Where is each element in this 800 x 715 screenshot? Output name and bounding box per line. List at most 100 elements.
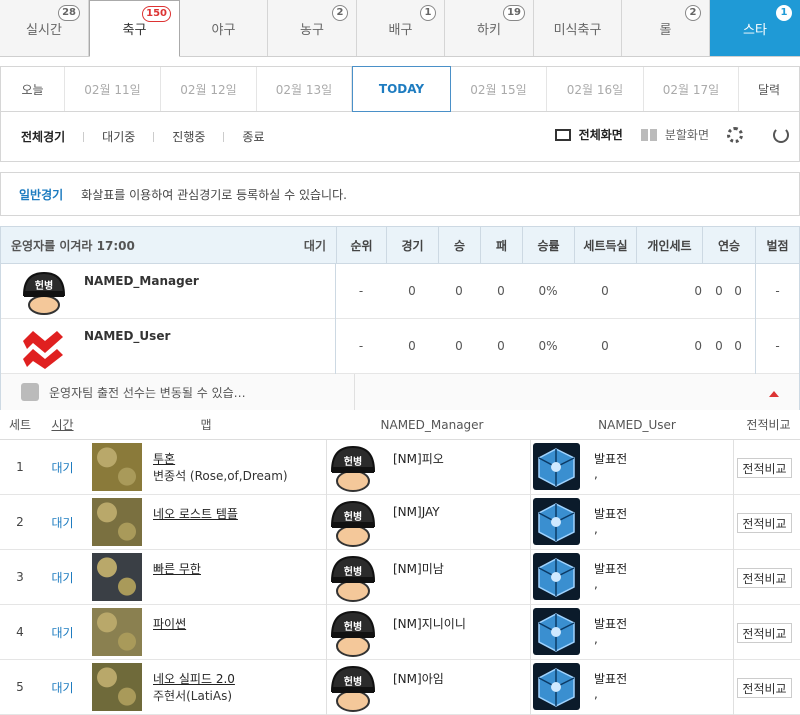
filter-live[interactable]: 진행중 [172,128,205,145]
map-name-link[interactable]: 빠른 무한 [153,560,201,577]
divider [733,660,734,715]
map-name-link[interactable]: 파이썬 [153,615,186,632]
col-streak: 연승 [702,226,755,264]
helmet-avatar-icon: 헌병 [330,500,376,547]
date-today-link[interactable]: 오늘 [1,67,65,111]
player1-name: [NM]피오 [393,452,444,466]
svg-text:헌병: 헌병 [344,455,362,468]
col-time-sort[interactable]: 시간 [40,416,85,433]
team-name: NAMED_Manager [84,273,199,288]
filter-all[interactable]: 전체경기 [21,128,65,145]
tab-label: 야구 [211,22,236,38]
date-cell[interactable]: 02월 13일 [257,67,352,111]
player1-name: [NM]지니이니 [393,617,466,631]
split-icon [640,128,657,141]
cell-rate: 0% [538,284,558,298]
tab-volleyball[interactable]: 배구 1 [357,0,445,56]
compare-record-button[interactable]: 전적비교 [737,513,792,533]
player2-name: 발표전 [594,562,628,576]
fullscreen-button[interactable]: 전체화면 [554,126,623,143]
cell-setdiff: 0 [601,284,609,298]
info-icon [21,383,39,401]
sets-table: 세트 시간 맵 NAMED_Manager NAMED_User 전적비교 1 … [0,410,800,715]
divider [733,495,734,550]
col-win: 승 [438,226,480,264]
cell-penalty: - [755,263,799,319]
map-name-link[interactable]: 투혼 [153,450,175,467]
svg-text:헌병: 헌병 [344,565,362,578]
refresh-icon[interactable] [773,126,789,143]
player2-sub: , [594,577,598,591]
count-badge: 28 [58,5,80,21]
cube-avatar-icon [533,498,580,545]
set-number: 3 [16,570,24,584]
tab-baseball[interactable]: 야구 [180,0,268,56]
divider [83,131,85,142]
date-cell[interactable]: 02월 11일 [65,67,161,111]
count-badge: 150 [142,6,171,22]
tab-lol[interactable]: 롤2 [622,0,710,56]
date-cell[interactable]: 02월 12일 [161,67,257,111]
divider [733,605,734,660]
helmet-avatar-icon: 헌병 [330,555,376,602]
svg-text:헌병: 헌병 [344,675,362,688]
split-view-button[interactable]: 분할화면 [640,126,709,143]
set-time: 대기 [51,570,74,585]
set-row: 5 대기 네오 실피드 2.0 주현서(LatiAs) 헌병 [NM]아임 발표… [0,660,800,715]
divider [326,440,327,495]
set-time: 대기 [51,680,74,695]
set-row: 3 대기 빠른 무한 헌병 [NM]미남 발표전 , 전적비교 [0,550,800,605]
info-text: 화살표를 이용하여 관심경기로 등록하실 수 있습니다. [81,187,347,202]
compare-record-button[interactable]: 전적비교 [737,623,792,643]
map-thumbnail [92,553,142,601]
map-name-link[interactable]: 네오 실피드 2.0 [153,670,235,687]
tab-starcraft[interactable]: 스타 1 [710,0,800,56]
match-header: 운영자를 이겨라 17:00 대기 순위 경기 승 패 승률 세트득실 개인세트… [1,226,799,264]
compare-record-button[interactable]: 전적비교 [737,568,792,588]
player1-name: [NM]미남 [393,562,444,576]
divider [530,660,531,715]
cell-rank: - [358,339,364,353]
match-status: 대기 [303,238,326,253]
date-cell[interactable]: 02월 17일 [644,67,739,111]
cell-penalty: - [755,318,799,374]
date-cell-today[interactable]: TODAY [352,66,451,112]
compare-record-button[interactable]: 전적비교 [737,458,792,478]
set-time: 대기 [51,515,74,530]
divider [354,374,355,410]
count-badge: 1 [776,5,792,21]
tab-hockey[interactable]: 하키 19 [445,0,534,56]
tab-football[interactable]: 미식축구 [534,0,622,56]
cell-games: 0 [408,284,416,298]
cell-loss: 0 [497,284,505,298]
divider [153,131,155,142]
tab-live[interactable]: 실시간 28 [0,0,89,56]
cube-avatar-icon [533,663,580,710]
tab-label: 롤 [659,22,672,38]
tab-soccer[interactable]: 축구 150 [89,0,180,57]
helmet-avatar-icon: 헌병 [22,271,66,315]
gear-icon[interactable] [727,126,743,143]
zigzag-logo-icon [23,330,63,369]
divider [530,440,531,495]
map-name-link[interactable]: 네오 로스트 템플 [153,505,238,522]
col-penalty: 벌점 [755,226,799,264]
collapse-arrow-icon[interactable] [769,391,779,397]
view-tools: 전체화면 분할화면 [554,126,789,143]
divider [223,131,225,142]
filter-waiting[interactable]: 대기중 [102,128,135,145]
cell-games: 0 [408,339,416,353]
filter-finished[interactable]: 종료 [242,128,264,145]
date-cell[interactable]: 02월 15일 [451,67,547,111]
calendar-button[interactable]: 달력 [739,67,799,111]
player2-sub: , [594,467,598,481]
date-cell[interactable]: 02월 16일 [547,67,644,111]
tab-basketball[interactable]: 농구 2 [268,0,357,56]
compare-record-button[interactable]: 전적비교 [737,678,792,698]
player2-name: 발표전 [594,672,628,686]
team-row: NAMED_User - 0 0 0 0% 0 0 0 0 - [1,318,799,374]
filter-row: 전체경기 대기중 진행중 종료 전체화면 분할화면 [0,112,800,162]
svg-text:헌병: 헌병 [344,510,362,523]
divider [530,550,531,605]
col-games: 경기 [386,226,438,264]
